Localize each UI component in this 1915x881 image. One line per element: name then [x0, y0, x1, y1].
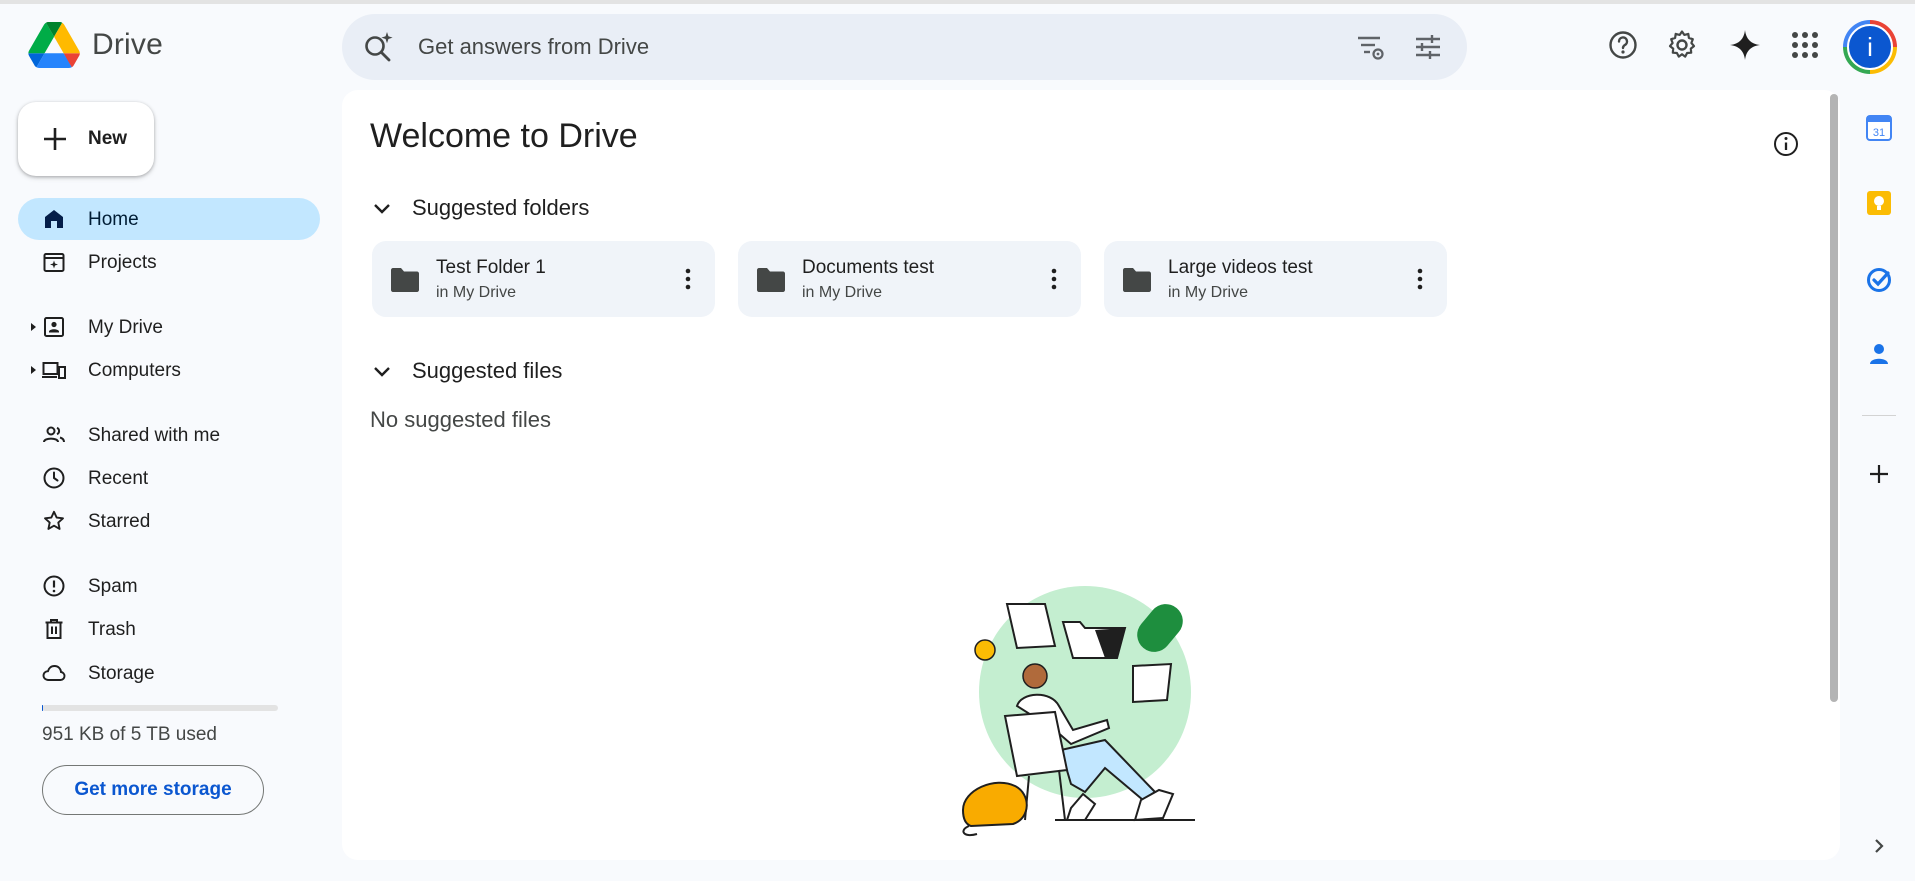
spam-icon — [43, 575, 65, 597]
page-title: Welcome to Drive — [370, 117, 638, 155]
sidebar-item-starred[interactable]: Starred — [18, 500, 320, 542]
tune-icon[interactable] — [1412, 31, 1444, 63]
folder-card[interactable]: Test Folder 1 in My Drive — [372, 241, 715, 317]
top-border — [0, 0, 1915, 4]
account-avatar[interactable]: i — [1843, 20, 1897, 74]
sidebar-item-label: Recent — [88, 468, 149, 489]
storage-usage-bar — [42, 705, 278, 711]
sidebar-item-label: Storage — [88, 663, 155, 684]
gemini-button[interactable] — [1725, 25, 1765, 65]
settings-button[interactable] — [1662, 25, 1702, 65]
help-icon — [1609, 31, 1637, 59]
calendar-icon: 31 — [1866, 115, 1892, 141]
sidebar-item-my-drive[interactable]: My Drive — [18, 306, 320, 348]
folder-card[interactable]: Documents test in My Drive — [738, 241, 1081, 317]
home-icon — [45, 210, 63, 228]
folder-icon — [757, 268, 785, 292]
get-more-storage-button[interactable]: Get more storage — [42, 765, 264, 815]
gear-icon — [1668, 30, 1696, 58]
sidebar-item-label: Projects — [88, 252, 157, 273]
cloud-icon — [42, 665, 66, 681]
info-icon[interactable] — [1772, 130, 1800, 158]
keep-bulb-icon — [1867, 191, 1891, 215]
suggested-files-header[interactable]: Suggested files — [370, 358, 562, 384]
plus-icon — [44, 128, 66, 150]
app-name: Drive — [92, 28, 164, 61]
sidebar-item-computers[interactable]: Computers — [18, 349, 320, 391]
suggested-folders-header[interactable]: Suggested folders — [370, 195, 589, 221]
caret-right-icon[interactable] — [28, 321, 38, 333]
contacts-app-button[interactable] — [1864, 339, 1894, 369]
folder-location: in My Drive — [1168, 284, 1249, 301]
tasks-check-icon — [1867, 268, 1891, 292]
sidebar-item-trash[interactable]: Trash — [18, 608, 320, 650]
caret-right-icon[interactable] — [28, 364, 38, 376]
folder-name: Large videos test — [1168, 257, 1313, 278]
svg-text:31: 31 — [1873, 127, 1885, 139]
sidebar-item-label: Home — [88, 209, 139, 230]
add-addon-button[interactable] — [1864, 459, 1894, 489]
more-vert-icon[interactable] — [1406, 265, 1434, 293]
folder-location: in My Drive — [436, 284, 517, 301]
gemini-spark-icon — [1730, 30, 1760, 60]
sidebar-item-label: Computers — [88, 360, 181, 381]
suggested-files-title: Suggested files — [412, 358, 563, 383]
help-button[interactable] — [1603, 25, 1643, 65]
sidebar-item-label: Trash — [88, 619, 136, 640]
suggested-folders-title: Suggested folders — [412, 195, 590, 220]
more-vert-icon[interactable] — [1040, 265, 1068, 293]
chevron-down-icon — [374, 367, 390, 377]
folder-card[interactable]: Large videos test in My Drive — [1104, 241, 1447, 317]
shared-icon — [43, 426, 65, 443]
apps-button[interactable] — [1785, 25, 1825, 65]
tasks-app-button[interactable] — [1864, 265, 1894, 295]
folder-name: Documents test — [802, 257, 934, 278]
calendar-app-button[interactable]: 31 — [1864, 113, 1894, 143]
search-spark-icon[interactable] — [362, 30, 396, 64]
sidebar-item-label: Spam — [88, 576, 138, 597]
storage-usage-fill — [42, 705, 43, 711]
empty-state-text: No suggested files — [370, 407, 551, 432]
chevron-right-icon — [1875, 839, 1884, 853]
contacts-person-icon — [1870, 344, 1888, 364]
projects-icon — [43, 253, 65, 272]
storage-used-text: 951 KB of 5 TB used — [42, 724, 217, 745]
sidebar-item-label: Shared with me — [88, 425, 221, 446]
more-vert-icon[interactable] — [674, 265, 702, 293]
drive-logo[interactable]: Drive — [28, 22, 163, 68]
keep-app-button[interactable] — [1864, 188, 1894, 218]
trash-icon — [45, 619, 63, 639]
chevron-down-icon — [374, 204, 390, 214]
sidebar-item-home[interactable]: Home — [18, 198, 320, 240]
search-input[interactable] — [418, 14, 1238, 80]
sidebar-item-shared[interactable]: Shared with me — [18, 414, 320, 456]
avatar-initial: i — [1847, 24, 1893, 70]
folder-name: Test Folder 1 — [436, 257, 546, 278]
sidebar-item-recent[interactable]: Recent — [18, 457, 320, 499]
folder-icon — [1123, 268, 1151, 292]
drive-logo-icon — [28, 22, 80, 68]
expand-side-panel-button[interactable] — [1864, 831, 1894, 861]
main-scrollbar[interactable] — [1830, 94, 1838, 702]
computers-icon — [42, 362, 66, 379]
folder-icon — [391, 268, 419, 292]
sidebar-item-spam[interactable]: Spam — [18, 565, 320, 607]
search-bar[interactable] — [342, 14, 1467, 80]
sidebar-item-label: Starred — [88, 511, 151, 532]
my-drive-icon — [44, 317, 64, 337]
new-button-label: New — [88, 128, 128, 149]
new-button[interactable]: New — [18, 102, 154, 176]
plus-icon — [1870, 465, 1888, 483]
rail-divider — [1862, 415, 1896, 416]
apps-grid-icon — [1792, 32, 1818, 58]
clock-icon — [43, 467, 65, 489]
sidebar-item-projects[interactable]: Projects — [18, 241, 320, 283]
filter-settings-icon[interactable] — [1354, 31, 1386, 63]
star-icon — [44, 510, 64, 530]
empty-state-illustration — [961, 586, 1195, 836]
folder-location: in My Drive — [802, 284, 883, 301]
sidebar-item-label: My Drive — [88, 317, 163, 338]
sidebar-item-storage[interactable]: Storage — [18, 652, 320, 694]
